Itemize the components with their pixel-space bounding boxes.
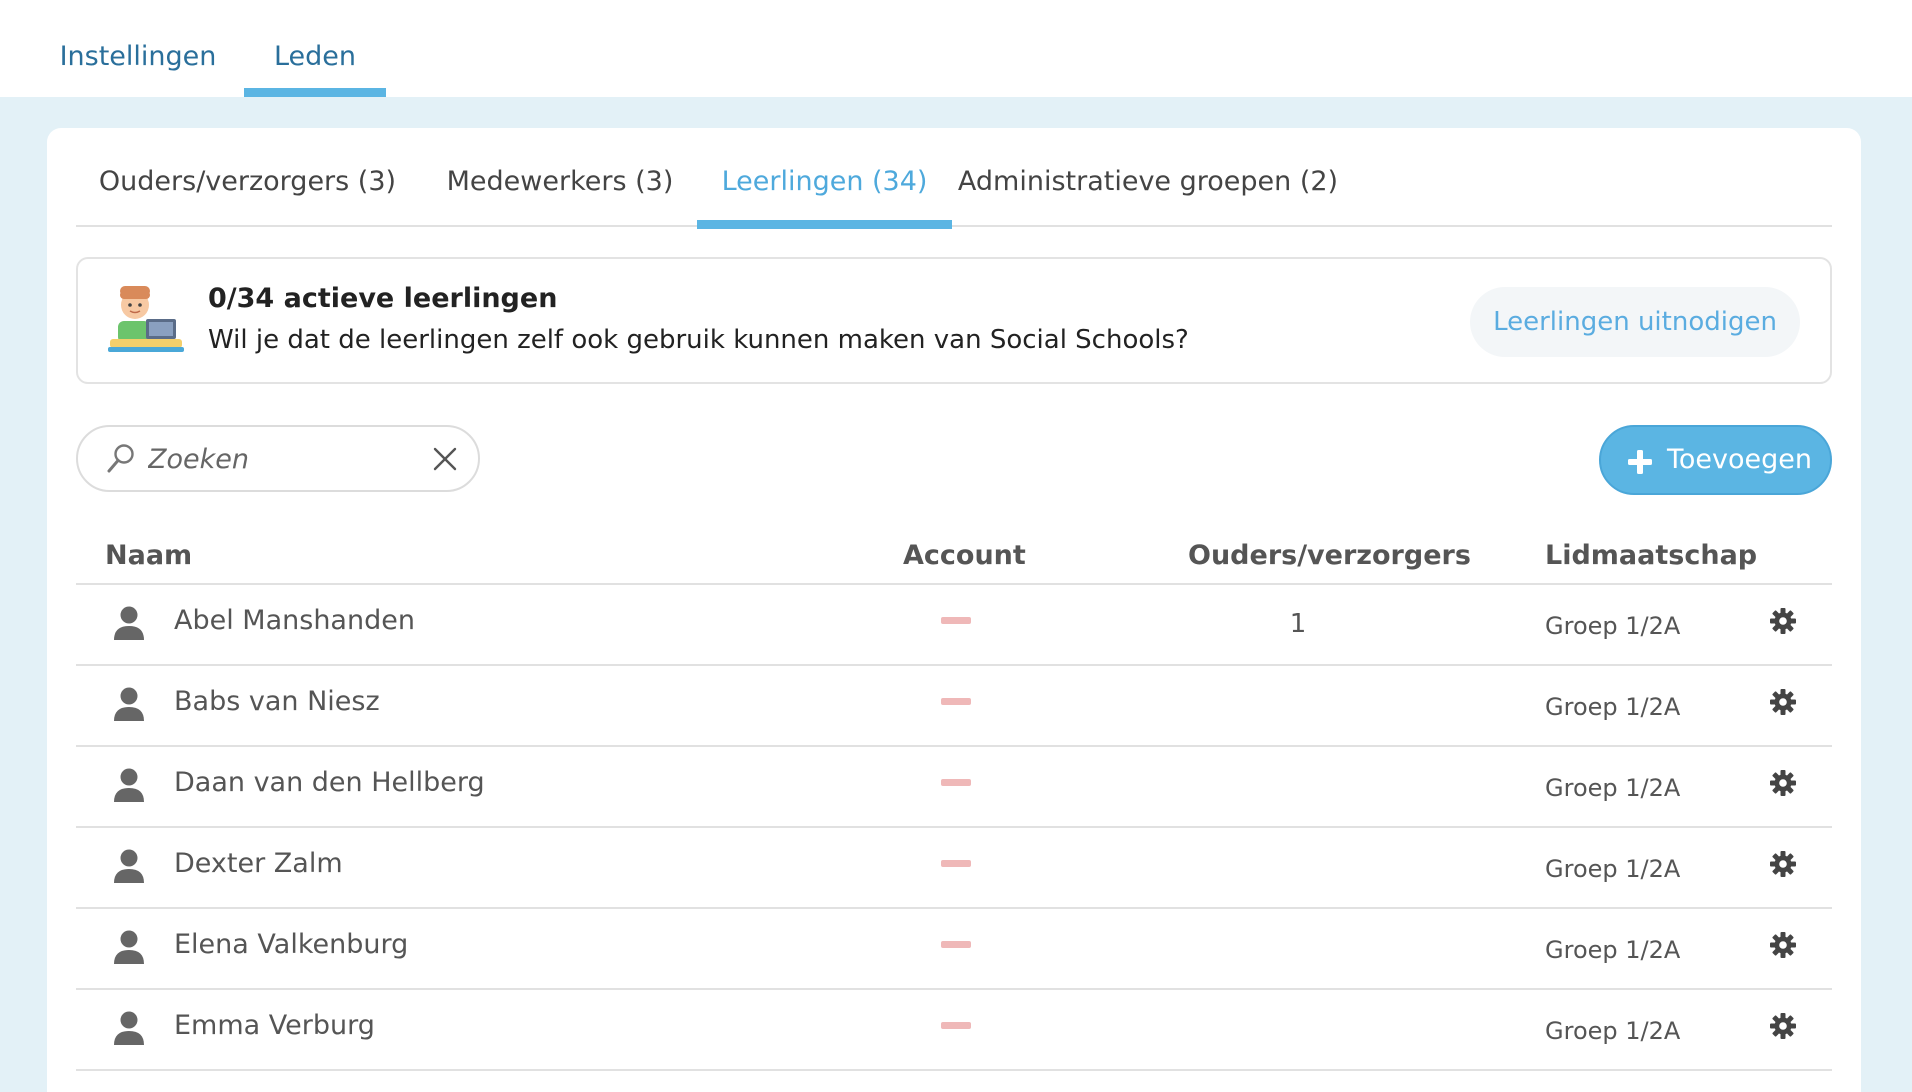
tab-label: Administratieve groepen (2) [957,166,1339,197]
user-icon [114,1011,144,1045]
membership-group: Groep 1/2A [1545,855,1681,883]
gear-icon[interactable] [1769,850,1797,878]
tab-ouders-verzorgers[interactable]: Ouders/verzorgers (3) [76,166,419,227]
tab-label: Leerlingen (34) [721,166,928,197]
column-header-account: Account [903,540,1026,571]
user-icon [114,687,144,721]
search-icon [107,444,134,473]
top-navigation: Instellingen Leden [0,0,1912,97]
table-row[interactable]: Babs van Niesz Groep 1/2A [76,666,1832,747]
tab-instellingen-label: Instellingen [59,41,217,72]
user-icon [114,768,144,802]
column-header-membership: Lidmaatschap [1545,540,1758,571]
user-icon [114,930,144,964]
member-type-tabs: Ouders/verzorgers (3) Medewerkers (3) Le… [76,128,1832,229]
students-table: Naam Account Ouders/verzorgers Lidmaatsc… [76,528,1832,1071]
banner-title: 0/34 actieve leerlingen [208,283,558,314]
table-row[interactable]: Abel Manshanden 1 Groep 1/2A [76,585,1832,666]
student-name[interactable]: Emma Verburg [174,1010,375,1041]
column-header-name[interactable]: Naam [105,540,192,571]
tab-administratieve-groepen[interactable]: Administratieve groepen (2) [952,166,1344,227]
gear-icon[interactable] [1769,1012,1797,1040]
student-name[interactable]: Babs van Niesz [174,686,380,717]
membership-group: Groep 1/2A [1545,693,1681,721]
plus-icon [1628,450,1652,474]
student-name[interactable]: Dexter Zalm [174,848,343,879]
gear-icon[interactable] [1769,769,1797,797]
student-name[interactable]: Abel Manshanden [174,605,415,636]
members-card: Ouders/verzorgers (3) Medewerkers (3) Le… [47,128,1861,1092]
student-name[interactable]: Elena Valkenburg [174,929,408,960]
student-name[interactable]: Daan van den Hellberg [174,767,485,798]
user-icon [114,606,144,640]
add-student-button[interactable]: Toevoegen [1599,425,1832,495]
search-box [76,425,480,492]
add-button-label: Toevoegen [1667,444,1813,475]
search-input[interactable] [148,437,418,481]
no-account-indicator [941,941,971,948]
tab-leerlingen[interactable]: Leerlingen (34) [697,166,952,229]
column-header-parents: Ouders/verzorgers [1188,540,1471,571]
gear-icon[interactable] [1769,931,1797,959]
close-icon[interactable] [432,446,458,472]
membership-group: Groep 1/2A [1545,774,1681,802]
student-laptop-illustration-icon [108,286,184,352]
invite-students-button[interactable]: Leerlingen uitnodigen [1470,287,1800,357]
tab-leden[interactable]: Leden [244,38,386,97]
gear-icon[interactable] [1769,688,1797,716]
tab-medewerkers[interactable]: Medewerkers (3) [419,166,701,227]
tab-label: Medewerkers (3) [446,166,674,197]
no-account-indicator [941,617,971,624]
table-row[interactable]: Dexter Zalm Groep 1/2A [76,828,1832,909]
tab-instellingen[interactable]: Instellingen [58,38,218,97]
tab-leden-label: Leden [273,41,357,72]
parents-count: 1 [1289,609,1307,639]
no-account-indicator [941,860,971,867]
table-header: Naam Account Ouders/verzorgers Lidmaatsc… [76,528,1832,585]
membership-group: Groep 1/2A [1545,936,1681,964]
membership-group: Groep 1/2A [1545,1017,1681,1045]
table-row[interactable]: Elena Valkenburg Groep 1/2A [76,909,1832,990]
gear-icon[interactable] [1769,607,1797,635]
membership-group: Groep 1/2A [1545,612,1681,640]
active-students-banner: 0/34 actieve leerlingen Wil je dat de le… [76,257,1832,384]
tab-label: Ouders/verzorgers (3) [98,166,397,197]
table-row[interactable]: Daan van den Hellberg Groep 1/2A [76,747,1832,828]
no-account-indicator [941,779,971,786]
no-account-indicator [941,698,971,705]
table-row[interactable]: Emma Verburg Groep 1/2A [76,990,1832,1071]
user-icon [114,849,144,883]
no-account-indicator [941,1022,971,1029]
banner-text: Wil je dat de leerlingen zelf ook gebrui… [208,325,1189,355]
